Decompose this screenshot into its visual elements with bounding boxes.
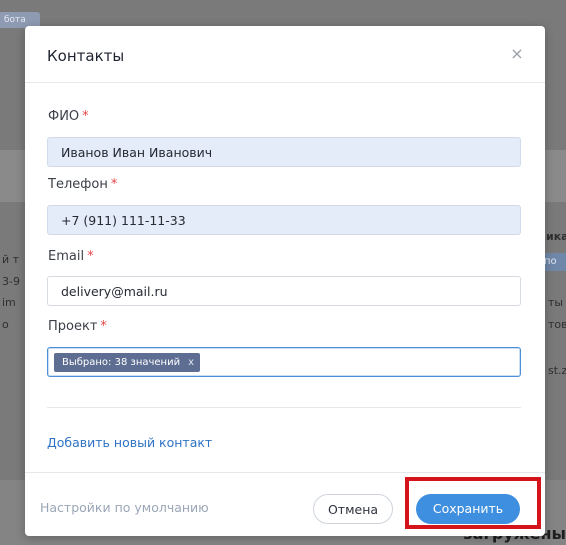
- background-text: й т: [2, 253, 20, 266]
- email-label: Email *: [48, 249, 94, 264]
- required-marker: *: [82, 109, 89, 124]
- default-settings-link[interactable]: Настройки по умолчанию: [40, 500, 209, 515]
- project-select[interactable]: Выбрано: 38 значений x: [47, 347, 521, 377]
- fio-field[interactable]: Иванов Иван Иванович: [47, 137, 521, 167]
- background-text: ты: [548, 296, 564, 309]
- required-marker: *: [87, 249, 94, 264]
- email-field[interactable]: delivery@mail.ru: [47, 276, 521, 306]
- divider: [47, 407, 521, 408]
- cancel-button[interactable]: Отмена: [313, 494, 393, 524]
- background-text: тов: [548, 318, 566, 331]
- divider: [25, 82, 545, 83]
- contacts-modal: Контакты × ФИО * Иванов Иван Иванович Тел…: [25, 26, 545, 536]
- chip-remove-icon[interactable]: x: [188, 357, 194, 368]
- close-icon[interactable]: ×: [507, 44, 527, 64]
- phone-field[interactable]: +7 (911) 111-11-33: [47, 205, 521, 235]
- background-text: ика: [546, 230, 566, 243]
- required-marker: *: [110, 177, 118, 192]
- background-text: im: [2, 296, 16, 309]
- background-text: st.z: [548, 364, 566, 377]
- background-text: 3-9: [2, 275, 20, 288]
- background-text: о: [2, 318, 9, 331]
- phone-label: Телефон *: [48, 177, 118, 192]
- fio-label: ФИО *: [48, 109, 89, 124]
- project-label: Проект *: [48, 319, 107, 334]
- save-button-highlight: [405, 477, 541, 529]
- add-contact-link[interactable]: Добавить новый контакт: [47, 435, 212, 450]
- modal-title: Контакты: [47, 47, 125, 65]
- project-selection-chip: Выбрано: 38 значений x: [54, 353, 201, 372]
- footer-divider: [25, 472, 545, 473]
- required-marker: *: [100, 319, 107, 334]
